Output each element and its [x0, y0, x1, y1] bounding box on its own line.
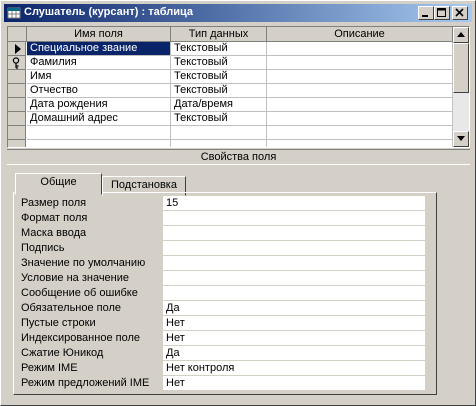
property-value-field[interactable]: Нет: [163, 316, 425, 331]
row-selector[interactable]: [8, 112, 26, 126]
column-header-field-name[interactable]: Имя поля: [27, 27, 171, 42]
cell-field-name[interactable]: Имя: [27, 70, 171, 84]
scroll-up-button[interactable]: [453, 27, 469, 43]
grid-vertical-scrollbar[interactable]: [453, 27, 469, 147]
table-icon: [7, 6, 21, 20]
property-label: Маска ввода: [21, 227, 87, 239]
maximize-button[interactable]: [434, 6, 450, 20]
property-label: Формат поля: [21, 212, 88, 224]
title-bar[interactable]: Слушатель (курсант) : таблица: [4, 4, 472, 22]
row-selector[interactable]: [8, 70, 26, 84]
property-value-field[interactable]: [163, 226, 425, 241]
row-selector[interactable]: [8, 56, 26, 70]
cell-field-name[interactable]: Отчество: [27, 84, 171, 98]
property-value-field[interactable]: 15: [163, 196, 425, 211]
cell-description[interactable]: [267, 126, 453, 140]
scroll-thumb[interactable]: [453, 43, 469, 93]
grid-corner: [8, 27, 27, 42]
row-selector[interactable]: [8, 42, 26, 56]
field-grid: Имя поля Тип данных Описание Специальное…: [7, 26, 470, 148]
field-properties-header: Свойства поля: [7, 149, 470, 165]
property-value-field[interactable]: [163, 271, 425, 286]
cell-data-type[interactable]: Текстовый: [171, 56, 267, 70]
maximize-icon: [437, 8, 446, 17]
property-label: Значение по умолчанию: [21, 257, 146, 269]
scroll-down-icon: [457, 136, 465, 141]
property-value-field[interactable]: Нет контроля: [163, 361, 425, 376]
cell-data-type[interactable]: Текстовый: [171, 84, 267, 98]
cell-description[interactable]: [267, 42, 453, 56]
window-title: Слушатель (курсант) : таблица: [24, 6, 193, 18]
cell-description[interactable]: [267, 98, 453, 112]
close-icon: [455, 8, 464, 17]
cell-data-type[interactable]: [171, 126, 267, 140]
cell-description[interactable]: [267, 56, 453, 70]
scroll-down-button[interactable]: [453, 131, 469, 147]
property-value-field[interactable]: [163, 286, 425, 301]
property-label: Сообщение об ошибке: [21, 287, 138, 299]
property-value-field[interactable]: [163, 211, 425, 226]
property-label: Размер поля: [21, 197, 87, 209]
close-button[interactable]: [452, 6, 468, 20]
cell-data-type[interactable]: [171, 140, 267, 147]
cell-data-type[interactable]: Текстовый: [171, 112, 267, 126]
property-value-field[interactable]: Нет: [163, 331, 425, 346]
property-value-field[interactable]: Да: [163, 346, 425, 361]
property-label: Пустые строки: [21, 317, 96, 329]
minimize-button[interactable]: [418, 6, 434, 20]
cell-field-name[interactable]: Домашний адрес: [27, 112, 171, 126]
property-label: Сжатие Юникод: [21, 347, 104, 359]
column-header-description[interactable]: Описание: [267, 27, 453, 42]
cell-data-type[interactable]: Текстовый: [171, 70, 267, 84]
cell-data-type[interactable]: Текстовый: [171, 42, 267, 56]
cell-description[interactable]: [267, 70, 453, 84]
property-value-field[interactable]: Да: [163, 301, 425, 316]
cell-description[interactable]: [267, 140, 453, 147]
property-value-field[interactable]: [163, 256, 425, 271]
current-row-arrow-icon: [15, 44, 21, 54]
table-design-window: Слушатель (курсант) : таблица Имя поля Т…: [0, 0, 476, 406]
property-label: Условие на значение: [21, 272, 130, 284]
cell-field-name[interactable]: [27, 126, 171, 140]
cell-description[interactable]: [267, 84, 453, 98]
cell-field-name[interactable]: Специальное звание: [27, 42, 171, 56]
cell-field-name[interactable]: Фамилия: [27, 56, 171, 70]
property-value-field[interactable]: Нет: [163, 376, 425, 391]
row-selector[interactable]: [8, 84, 26, 98]
property-label: Подпись: [21, 242, 65, 254]
row-selector[interactable]: [8, 126, 26, 140]
cell-field-name[interactable]: [27, 140, 171, 147]
tab-general[interactable]: Общие: [15, 173, 102, 195]
column-header-data-type[interactable]: Тип данных: [171, 27, 267, 42]
cell-data-type[interactable]: Дата/время: [171, 98, 267, 112]
property-label: Индексированное поле: [21, 332, 140, 344]
property-label: Режим IME: [21, 362, 78, 374]
cell-description[interactable]: [267, 112, 453, 126]
primary-key-icon: [12, 57, 20, 69]
row-selector[interactable]: [8, 98, 26, 112]
property-value-field[interactable]: [163, 241, 425, 256]
cell-field-name[interactable]: Дата рождения: [27, 98, 171, 112]
property-label: Обязательное поле: [21, 302, 122, 314]
minimize-icon: [422, 15, 428, 17]
row-selector[interactable]: [8, 140, 26, 147]
property-label: Режим предложений IME: [21, 377, 150, 389]
general-properties-panel: Размер поля 15 Формат поля Маска ввода Подпи…: [13, 192, 437, 395]
scroll-up-icon: [457, 32, 465, 37]
